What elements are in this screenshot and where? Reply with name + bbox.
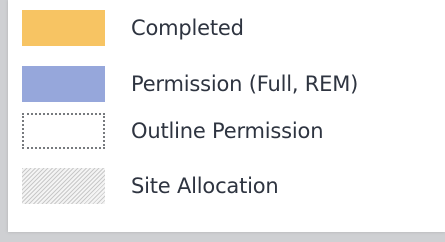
site-allocation-swatch — [22, 168, 105, 204]
legend-label-permission: Permission (Full, REM) — [131, 72, 359, 96]
outline-permission-swatch — [22, 113, 105, 149]
permission-swatch — [22, 66, 105, 102]
legend-item-site-allocation: Site Allocation — [22, 168, 279, 204]
legend-item-permission: Permission (Full, REM) — [22, 66, 358, 102]
legend-label-site-allocation: Site Allocation — [131, 174, 279, 198]
map-legend: Completed Permission (Full, REM) Outline… — [8, 0, 445, 232]
legend-label-completed: Completed — [131, 16, 244, 40]
legend-item-outline-permission: Outline Permission — [22, 113, 324, 149]
legend-label-outline-permission: Outline Permission — [131, 119, 324, 143]
completed-swatch — [22, 10, 105, 46]
legend-item-completed: Completed — [22, 10, 244, 46]
